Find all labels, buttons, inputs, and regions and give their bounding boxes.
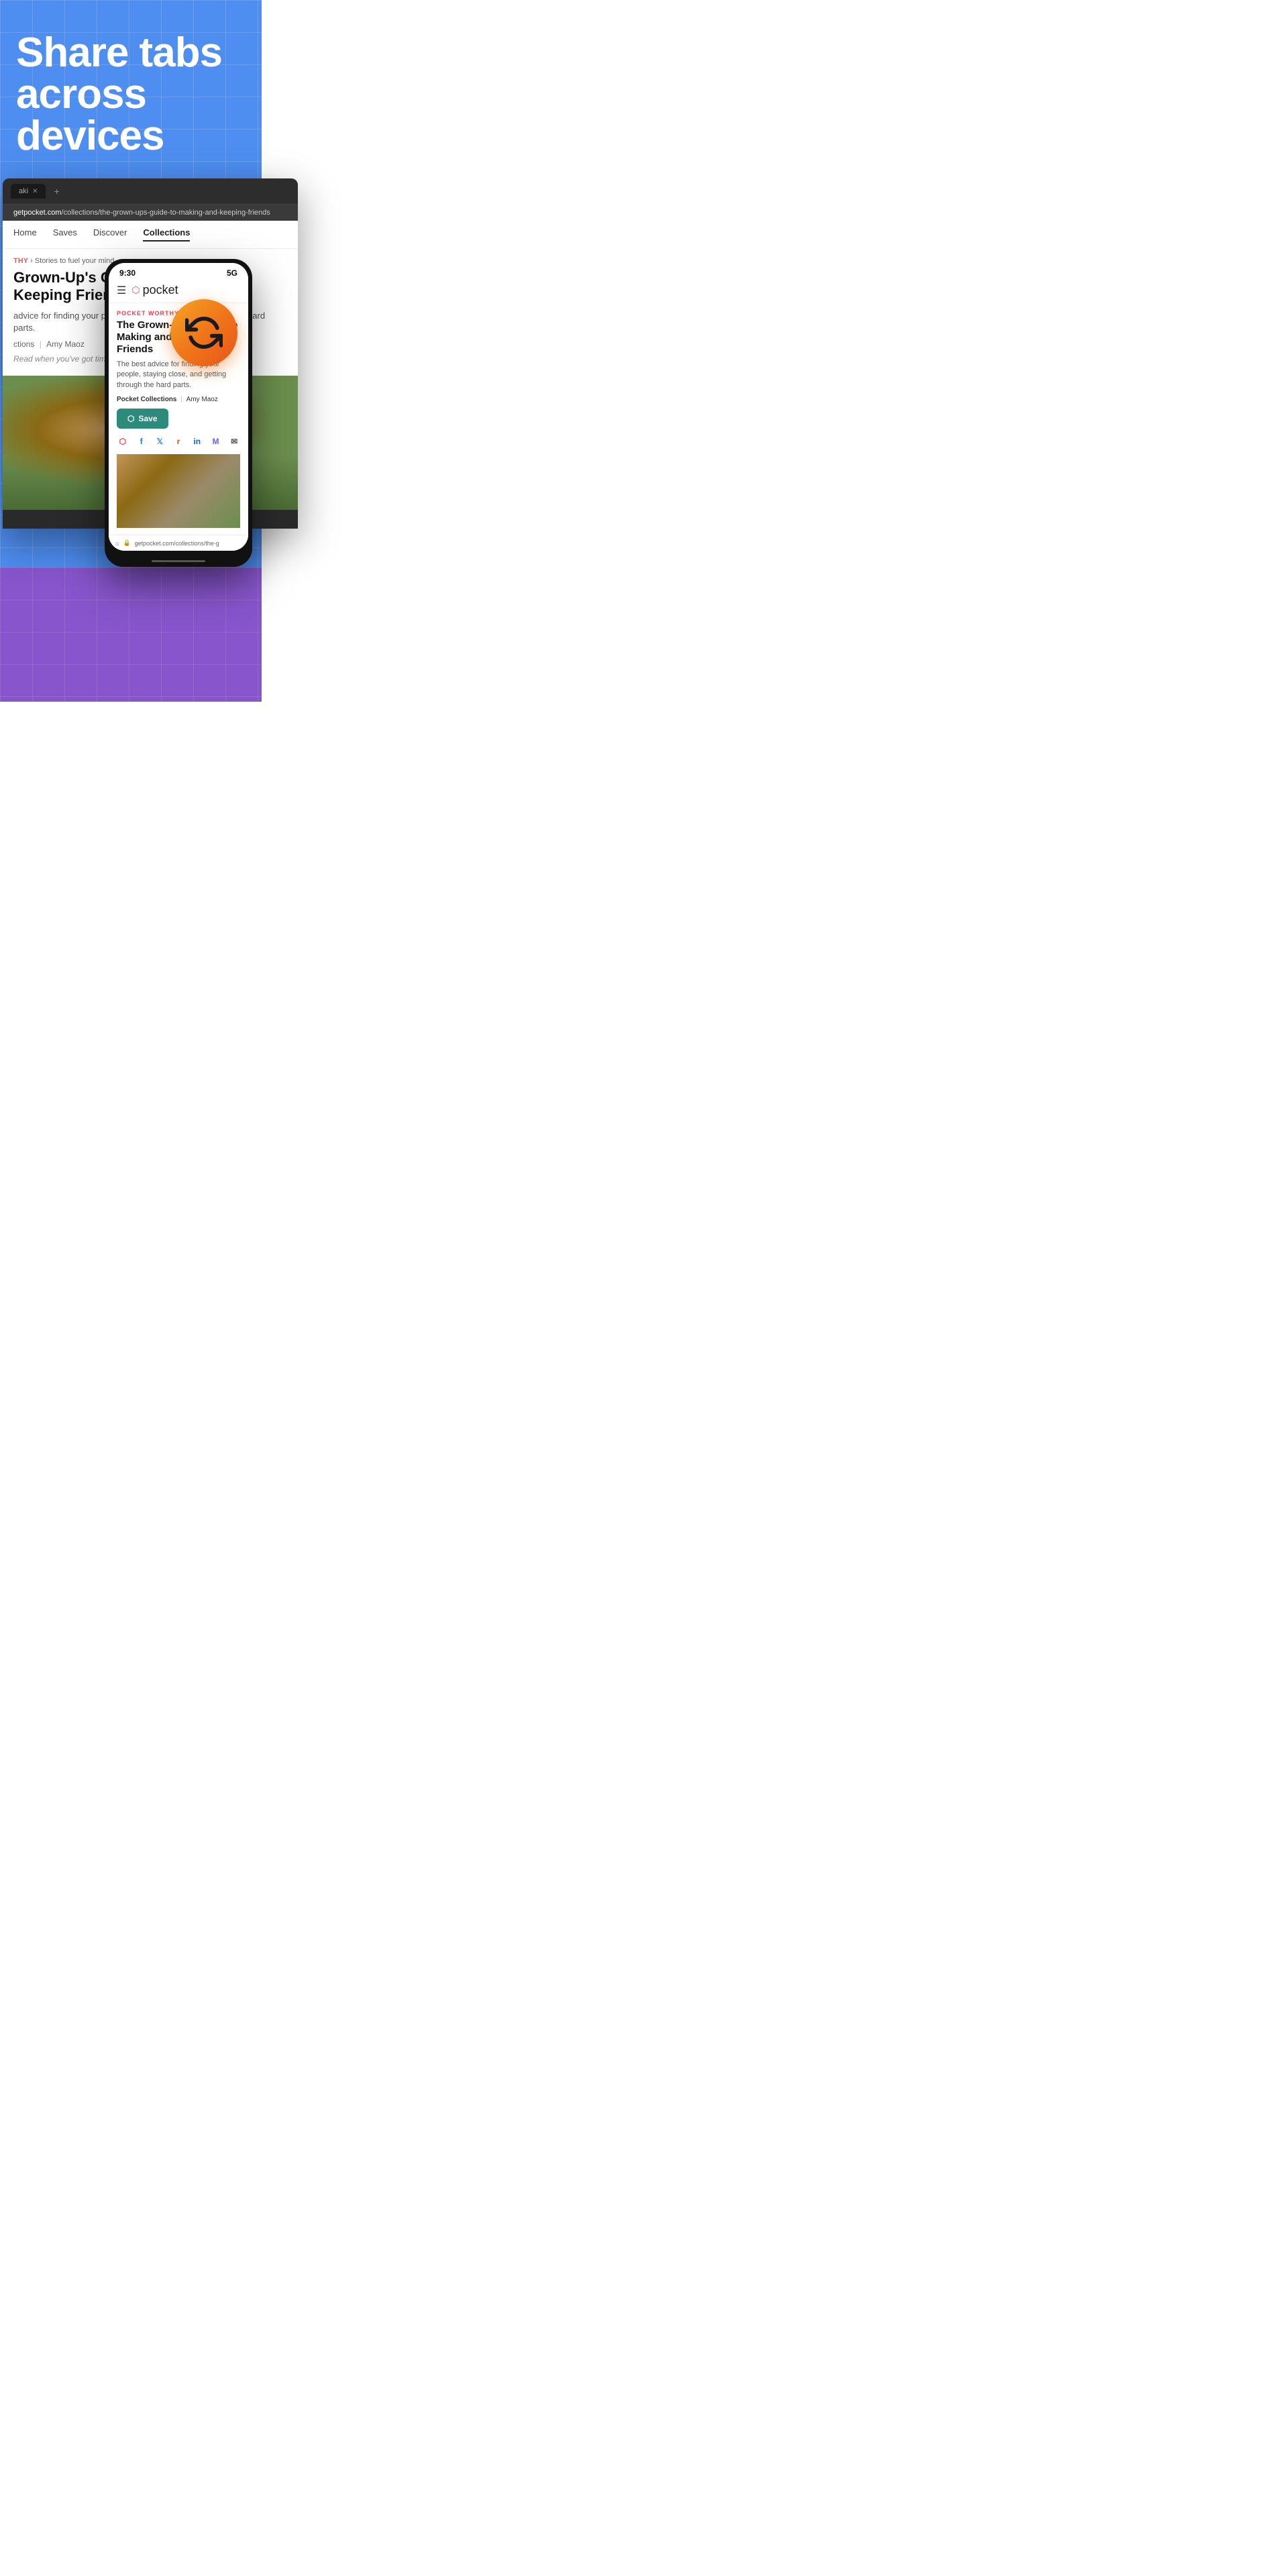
pocket-icon: ⬡ [131, 284, 140, 296]
bottom-section [0, 568, 262, 702]
pocket-logo: ⬡ pocket [131, 283, 178, 297]
share-pocket-icon[interactable]: ⬡ [117, 434, 129, 449]
phone-addressbar-bottom[interactable]: ⌂ 🔒 getpocket.com/collections/the-g [109, 535, 248, 551]
phone-home-indicator [105, 555, 252, 567]
nav-discover[interactable]: Discover [93, 227, 127, 241]
phone-mockup: 9:30 5G ☰ ⬡ pocket POCKET WORTHY The Gro… [105, 259, 252, 567]
byline-author: Amy Maoz [46, 339, 85, 349]
home-icon[interactable]: ⌂ [115, 540, 119, 547]
byline-left: ctions [13, 339, 34, 349]
phone-byline-right: Amy Maoz [186, 396, 218, 403]
phone-screen: 9:30 5G ☰ ⬡ pocket POCKET WORTHY The Gro… [109, 263, 248, 551]
hero-title: Share tabs across devices [16, 32, 246, 157]
phone-topbar: ☰ ⬡ pocket [109, 280, 248, 303]
phone-byline-sep: | [180, 396, 184, 403]
menu-icon[interactable]: ☰ [117, 284, 126, 297]
share-mastodon-icon[interactable]: M [210, 434, 222, 449]
phone-article-desc: The best advice for finding your people,… [117, 360, 240, 390]
phone-share-icons: ⬡ f 𝕏 r in M ✉ [117, 434, 240, 449]
address-bar-path: /collections/the-grown-ups-guide-to-maki… [62, 209, 270, 217]
tab-label: aki [19, 187, 28, 195]
phone-byline-left: Pocket Collections [117, 396, 176, 403]
home-bar [152, 560, 205, 562]
share-reddit-icon[interactable]: r [172, 434, 184, 449]
laptop-tab: aki ✕ [11, 184, 46, 199]
pocket-logo-text: pocket [143, 283, 178, 297]
nav-home[interactable]: Home [13, 227, 37, 241]
nav-saves[interactable]: Saves [53, 227, 77, 241]
sync-icon-wrapper [170, 299, 237, 366]
save-label: Save [138, 414, 157, 423]
phone-statusbar: 9:30 5G [109, 263, 248, 280]
share-twitter-icon[interactable]: 𝕏 [154, 434, 166, 449]
tab-add-icon[interactable]: + [54, 186, 59, 197]
laptop-addressbar[interactable]: getpocket.com/collections/the-grown-ups-… [3, 204, 298, 221]
nav-collections[interactable]: Collections [143, 227, 190, 241]
breadcrumb-section: Stories to fuel your mind [35, 257, 115, 265]
share-email-icon[interactable]: ✉ [228, 434, 240, 449]
hero-section: Share tabs across devices aki ✕ + getpoc… [0, 0, 262, 568]
address-bar-domain: getpocket.com [13, 209, 62, 217]
status-time: 9:30 [119, 268, 136, 278]
laptop-topbar: aki ✕ + [3, 178, 298, 204]
phone-address-text: getpocket.com/collections/the-g [135, 540, 219, 547]
save-icon: ⬡ [127, 414, 134, 423]
devices-container: aki ✕ + getpocket.com/collections/the-g r… [16, 178, 246, 568]
sync-icon [185, 314, 223, 352]
phone-save-button[interactable]: ⬡ Save [117, 409, 168, 429]
share-linkedin-icon[interactable]: in [191, 434, 203, 449]
breadcrumb-separator: › [30, 257, 35, 265]
breadcrumb-brand: THY [13, 257, 28, 265]
status-signal: 5G [227, 268, 237, 278]
byline-separator: | [40, 339, 44, 349]
lock-icon: 🔒 [123, 539, 130, 547]
tab-close-icon[interactable]: ✕ [32, 188, 38, 195]
pocket-nav: Home Saves Discover Collections [3, 221, 298, 249]
phone-article-byline: Pocket Collections | Amy Maoz [117, 396, 240, 403]
phone-article-image [117, 454, 240, 528]
share-facebook-icon[interactable]: f [136, 434, 148, 449]
